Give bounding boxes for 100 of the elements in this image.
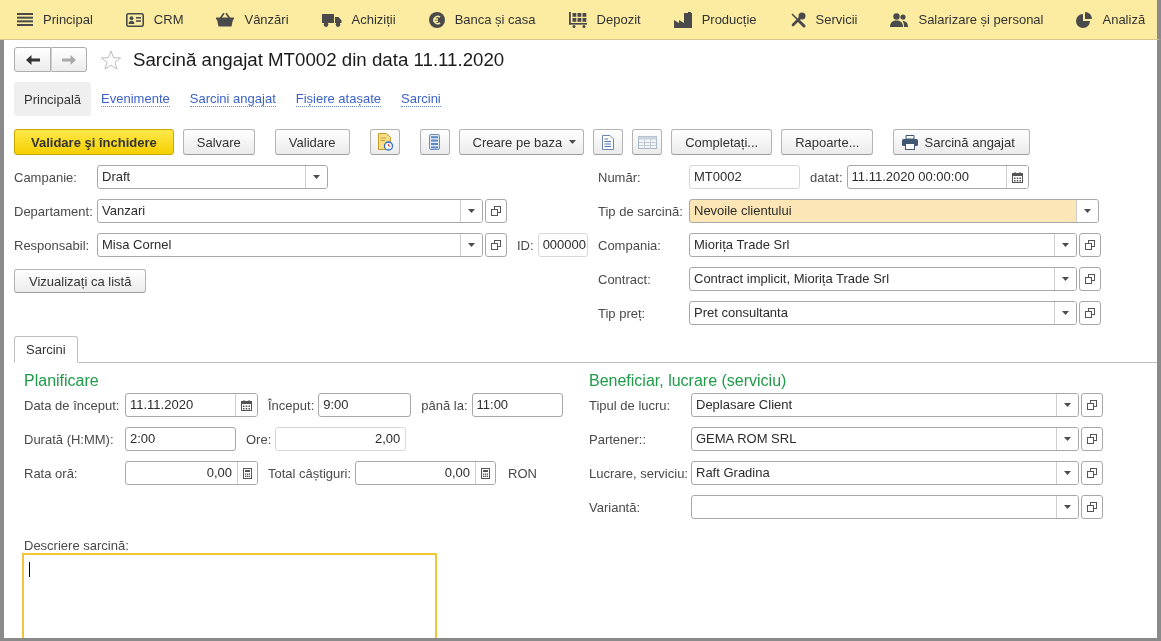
open-button[interactable]: [1081, 393, 1103, 417]
section-menu-item[interactable]: Analiză: [1076, 11, 1146, 28]
text-field[interactable]: 2:00: [125, 427, 236, 451]
list-view-button[interactable]: Vizualizați ca listă: [14, 269, 147, 293]
text-cursor-icon: [29, 562, 30, 577]
document-icon: [602, 134, 615, 150]
dropdown-field[interactable]: Raft Gradina: [691, 461, 1079, 485]
calculator-button[interactable]: [475, 462, 496, 484]
field-label: Contract:: [598, 271, 651, 287]
dropdown-button[interactable]: [1056, 462, 1078, 484]
euro-coin-icon: [428, 11, 445, 28]
open-button[interactable]: [1081, 495, 1103, 519]
amount-field[interactable]: 0,00: [125, 461, 258, 485]
calculator-icon: [481, 467, 491, 479]
toolbar-button[interactable]: Completați...: [671, 129, 773, 155]
primary-button[interactable]: Validare şi închidere: [14, 129, 174, 155]
overlapping-squares-icon: [491, 206, 501, 216]
dropdown-field[interactable]: [691, 495, 1079, 519]
open-button[interactable]: [485, 199, 507, 223]
section-menu-item[interactable]: Depozit: [568, 11, 641, 28]
nav-tab[interactable]: Sarcini angajat: [189, 91, 276, 107]
dropdown-field[interactable]: GEMA ROM SRL: [691, 427, 1079, 451]
date-field[interactable]: 11.11.2020 00:00:00: [846, 165, 1029, 189]
field-label: Responsabil:: [14, 237, 90, 253]
open-button[interactable]: [1081, 427, 1103, 451]
open-button[interactable]: [485, 233, 507, 257]
menu-icon: [17, 13, 33, 26]
toolbar-button[interactable]: Rapoarte...: [781, 129, 874, 155]
open-button[interactable]: [1081, 461, 1103, 485]
section-menu-item[interactable]: Achiziții: [321, 12, 396, 27]
dropdown-field[interactable]: Pret consultanta: [689, 301, 1077, 325]
dropdown-button[interactable]: [1054, 234, 1076, 256]
dropdown-button[interactable]: [460, 234, 482, 256]
nav-tab[interactable]: Fișiere atașate: [295, 91, 381, 107]
print-button[interactable]: Sarcină angajat: [893, 129, 1030, 155]
dropdown-button[interactable]: [1056, 394, 1078, 416]
nav-tab[interactable]: Evenimente: [101, 91, 170, 107]
date-field[interactable]: 11.11.2020: [125, 393, 258, 417]
menu-button[interactable]: Creare pe baza: [458, 129, 585, 155]
section-menu-item[interactable]: Servicii: [789, 11, 858, 28]
dropdown-field[interactable]: Nevoile clientului: [689, 199, 1099, 223]
section-menu-item[interactable]: Principal: [17, 12, 93, 27]
section-menu-item[interactable]: CRM: [125, 12, 184, 27]
dropdown-field[interactable]: Miorița Trade Srl: [689, 233, 1077, 257]
field-label: Durată (H:MM):: [24, 431, 114, 447]
dropdown-button[interactable]: [460, 200, 482, 222]
icon-button[interactable]: [419, 129, 450, 155]
field-label: Total câștiguri:: [268, 465, 352, 481]
dropdown-field[interactable]: Deplasare Client: [691, 393, 1079, 417]
section-tab[interactable]: Sarcini: [14, 336, 78, 363]
dropdown-field[interactable]: Misa Cornel: [97, 233, 483, 257]
toolbar-button[interactable]: Validare: [274, 129, 350, 155]
icon-button[interactable]: [632, 129, 663, 155]
section-menu-item[interactable]: Banca și casa: [428, 11, 536, 28]
overlapping-squares-icon: [491, 240, 501, 250]
caret-icon: [1084, 209, 1091, 213]
wrench-screwdriver-icon: [789, 11, 806, 28]
number-field[interactable]: 2,00: [275, 427, 407, 451]
open-button[interactable]: [1079, 233, 1101, 257]
toolbar-button[interactable]: Salvare: [182, 129, 255, 155]
dropdown-field[interactable]: Vanzari: [97, 199, 483, 223]
overlapping-squares-icon: [1085, 308, 1095, 318]
star-icon[interactable]: [100, 49, 122, 70]
section-menu-item[interactable]: Vânzări: [216, 12, 289, 27]
icon-button[interactable]: [593, 129, 624, 155]
people-icon: [890, 12, 909, 27]
calculator-button[interactable]: [237, 462, 257, 484]
calendar-button[interactable]: [235, 394, 257, 416]
nav-tab[interactable]: Principală: [14, 82, 92, 116]
calendar-icon: [1011, 171, 1023, 183]
nav-tab[interactable]: Sarcini: [401, 91, 441, 107]
dropdown-button[interactable]: [1076, 200, 1098, 222]
dropdown-field[interactable]: Draft: [97, 165, 328, 189]
field-label: Descriere sarcină:: [24, 538, 129, 553]
text-field[interactable]: MT0002: [689, 165, 800, 189]
overlapping-squares-icon: [1087, 434, 1097, 444]
dropdown-button[interactable]: [1056, 428, 1078, 450]
open-button[interactable]: [1079, 301, 1101, 325]
field-label: Departament:: [14, 203, 93, 219]
text-field[interactable]: 9:00: [318, 393, 412, 417]
section-menu-item[interactable]: Salarizare și personal: [890, 12, 1044, 27]
list-icon: [429, 134, 441, 150]
section-heading: Planificare: [24, 372, 100, 390]
dropdown-button[interactable]: [1054, 268, 1076, 290]
icon-button[interactable]: [369, 129, 400, 155]
section-menu-item[interactable]: Producție: [673, 11, 757, 28]
amount-field[interactable]: 0,00: [355, 461, 497, 485]
dropdown-field[interactable]: Contract implicit, Miorița Trade Srl: [689, 267, 1077, 291]
arrow-left-icon: [25, 54, 40, 65]
dropdown-button[interactable]: [1056, 496, 1078, 518]
text-field[interactable]: 000000: [537, 233, 588, 257]
back-button[interactable]: [14, 47, 51, 72]
description-field[interactable]: [22, 553, 437, 638]
field-label: Data de început:: [24, 397, 120, 413]
dropdown-button[interactable]: [305, 166, 327, 188]
text-field[interactable]: 11:00: [471, 393, 563, 417]
open-button[interactable]: [1079, 267, 1101, 291]
field-label: datat:: [810, 169, 843, 185]
calendar-button[interactable]: [1005, 166, 1028, 188]
dropdown-button[interactable]: [1054, 302, 1076, 324]
